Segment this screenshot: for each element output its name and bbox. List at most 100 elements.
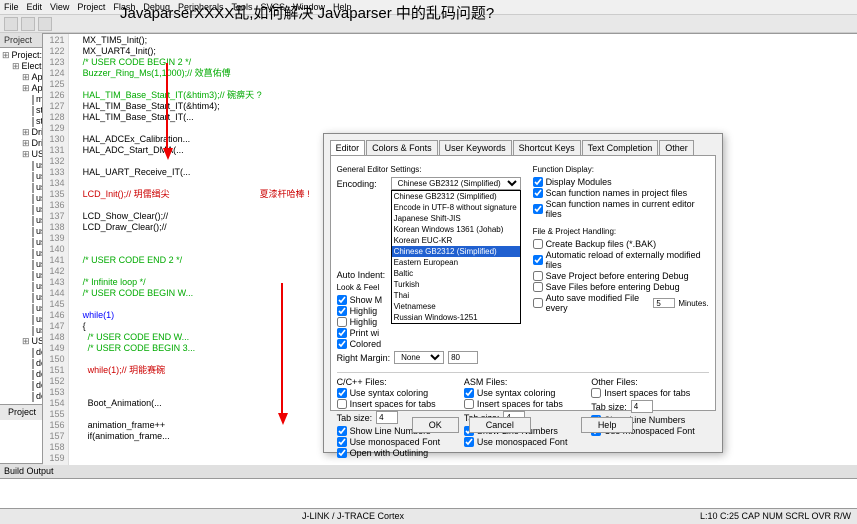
checkbox-row[interactable]: Create Backup files (*.BAK): [533, 239, 709, 249]
checkbox[interactable]: [337, 306, 347, 316]
build-output-body[interactable]: [0, 479, 857, 509]
encoding-option[interactable]: Eastern European: [392, 257, 520, 268]
tree-file[interactable]: dcp_229.c: [2, 391, 40, 402]
tree-file[interactable]: user_math.c: [2, 281, 40, 292]
menu-project[interactable]: Project: [77, 2, 105, 12]
tree-group[interactable]: ⊞Drivers/CMSIS: [2, 138, 40, 149]
cpp-tab-size[interactable]: [376, 411, 398, 424]
tree-file[interactable]: user_dsfcp.h: [2, 325, 40, 336]
checkbox-row[interactable]: Automatic reload of externally modified …: [533, 250, 709, 270]
tree-group[interactable]: ⊞USER_SSP: [2, 336, 40, 347]
dialog-tab[interactable]: Editor: [330, 140, 366, 155]
checkbox-row[interactable]: Print wi: [337, 328, 521, 338]
right-margin-input[interactable]: [448, 351, 478, 364]
checkbox[interactable]: [591, 388, 601, 398]
tree-file[interactable]: user_dsfcp.c: [2, 314, 40, 325]
menu-edit[interactable]: Edit: [27, 2, 43, 12]
tree-file[interactable]: dcp_401.h: [2, 358, 40, 369]
help-button[interactable]: Help: [581, 417, 634, 433]
checkbox[interactable]: [337, 328, 347, 338]
checkbox-row[interactable]: Scan function names in current editor fi…: [533, 199, 709, 219]
dialog-tab[interactable]: Colors & Fonts: [366, 140, 438, 155]
checkbox[interactable]: [533, 188, 543, 198]
checkbox-row[interactable]: Display Modules: [533, 177, 709, 187]
checkbox[interactable]: [337, 426, 347, 436]
tree-file[interactable]: user_math.h: [2, 292, 40, 303]
menu-file[interactable]: File: [4, 2, 19, 12]
encoding-option[interactable]: Korean Windows 1361 (Johab): [392, 224, 520, 235]
tree-file[interactable]: main.c: [2, 94, 40, 105]
checkbox[interactable]: [464, 437, 474, 447]
encoding-dropdown-list[interactable]: Chinese GB2312 (Simplified)Encode in UTF…: [391, 190, 521, 324]
tree-file[interactable]: user_iic.h: [2, 237, 40, 248]
tree-file[interactable]: user_picture.c: [2, 270, 40, 281]
checkbox[interactable]: [337, 339, 347, 349]
encoding-option[interactable]: Encode in UTF-8 without signature: [392, 202, 520, 213]
checkbox-row[interactable]: Save Files before entering Debug: [533, 282, 709, 292]
project-tree[interactable]: ⊞Project: Electronic_Products⊞Electronic…: [0, 48, 42, 404]
encoding-option[interactable]: Russian Windows-1251: [392, 312, 520, 323]
tree-file[interactable]: user_display.h: [2, 182, 40, 193]
bottom-tab[interactable]: Project: [0, 405, 43, 420]
dialog-tab[interactable]: Shortcut Keys: [513, 140, 581, 155]
tree-group[interactable]: ⊞Drivers/STM32F1xx_HAL_Driver: [2, 127, 40, 138]
checkbox[interactable]: [337, 295, 347, 305]
checkbox-row[interactable]: Save Project before entering Debug: [533, 271, 709, 281]
tb-save-icon[interactable]: [38, 17, 52, 31]
checkbox[interactable]: [337, 448, 347, 458]
menu-view[interactable]: View: [50, 2, 69, 12]
right-margin-select[interactable]: None: [394, 351, 444, 364]
tree-file[interactable]: stm32f1xx_it.c: [2, 105, 40, 116]
encoding-option[interactable]: Turkish: [392, 279, 520, 290]
dialog-tab[interactable]: Other: [659, 140, 694, 155]
checkbox-row[interactable]: Use monospaced Font: [337, 437, 454, 447]
other-tab-size[interactable]: [631, 400, 653, 413]
encoding-option[interactable]: Japanese Shift-JIS: [392, 213, 520, 224]
tree-file[interactable]: user_interrupt.c: [2, 215, 40, 226]
checkbox-row[interactable]: Use monospaced Font: [464, 437, 581, 447]
ok-button[interactable]: OK: [412, 417, 459, 433]
tb-new-icon[interactable]: [4, 17, 18, 31]
tree-file[interactable]: stm32f1xx_hal_msp.c: [2, 116, 40, 127]
encoding-option[interactable]: Korean EUC-KR: [392, 235, 520, 246]
checkbox-row[interactable]: Insert spaces for tabs: [591, 388, 708, 398]
tree-file[interactable]: user_display.c: [2, 171, 40, 182]
encoding-option[interactable]: Baltic: [392, 268, 520, 279]
tb-open-icon[interactable]: [21, 17, 35, 31]
checkbox-row[interactable]: Auto save modified File every Minutes.: [533, 293, 709, 313]
tree-project-root[interactable]: ⊞Project: Electronic_Products: [2, 50, 40, 61]
checkbox[interactable]: [337, 388, 347, 398]
tree-file[interactable]: user_operate.c: [2, 160, 40, 171]
checkbox[interactable]: [337, 317, 347, 327]
tree-file[interactable]: user_iic.c: [2, 226, 40, 237]
checkbox[interactable]: [337, 399, 347, 409]
tree-file[interactable]: user_delay.h: [2, 259, 40, 270]
encoding-option[interactable]: Thai: [392, 290, 520, 301]
tree-file[interactable]: user_picture.h: [2, 303, 40, 314]
tree-target[interactable]: ⊞Electronic_Products: [2, 61, 40, 72]
tree-file[interactable]: user_delay.c: [2, 248, 40, 259]
tree-group[interactable]: ⊞Application/MDK-ARM: [2, 72, 40, 83]
checkbox[interactable]: [533, 204, 543, 214]
tree-file[interactable]: dcp_401.c: [2, 347, 40, 358]
checkbox[interactable]: [337, 437, 347, 447]
checkbox[interactable]: [464, 388, 474, 398]
checkbox-row[interactable]: Use syntax coloring: [337, 388, 454, 398]
checkbox-row[interactable]: Insert spaces for tabs: [337, 399, 454, 409]
checkbox-row[interactable]: Colored: [337, 339, 521, 349]
tree-file[interactable]: user_timer.c: [2, 193, 40, 204]
tree-file[interactable]: dcp_204.c: [2, 369, 40, 380]
tree-file[interactable]: dcp_204.h: [2, 380, 40, 391]
encoding-option[interactable]: Vietnamese: [392, 301, 520, 312]
checkbox[interactable]: [533, 271, 543, 281]
encoding-option[interactable]: Chinese GB2312 (Simplified): [392, 191, 520, 202]
checkbox-row[interactable]: Use syntax coloring: [464, 388, 581, 398]
checkbox[interactable]: [464, 399, 474, 409]
encoding-select[interactable]: Chinese GB2312 (Simplified): [391, 177, 521, 190]
checkbox-row[interactable]: Insert spaces for tabs: [464, 399, 581, 409]
dialog-tab[interactable]: User Keywords: [439, 140, 512, 155]
checkbox[interactable]: [533, 239, 543, 249]
dialog-tab[interactable]: Text Completion: [582, 140, 659, 155]
checkbox-row[interactable]: Scan function names in project files: [533, 188, 709, 198]
checkbox[interactable]: [533, 282, 543, 292]
